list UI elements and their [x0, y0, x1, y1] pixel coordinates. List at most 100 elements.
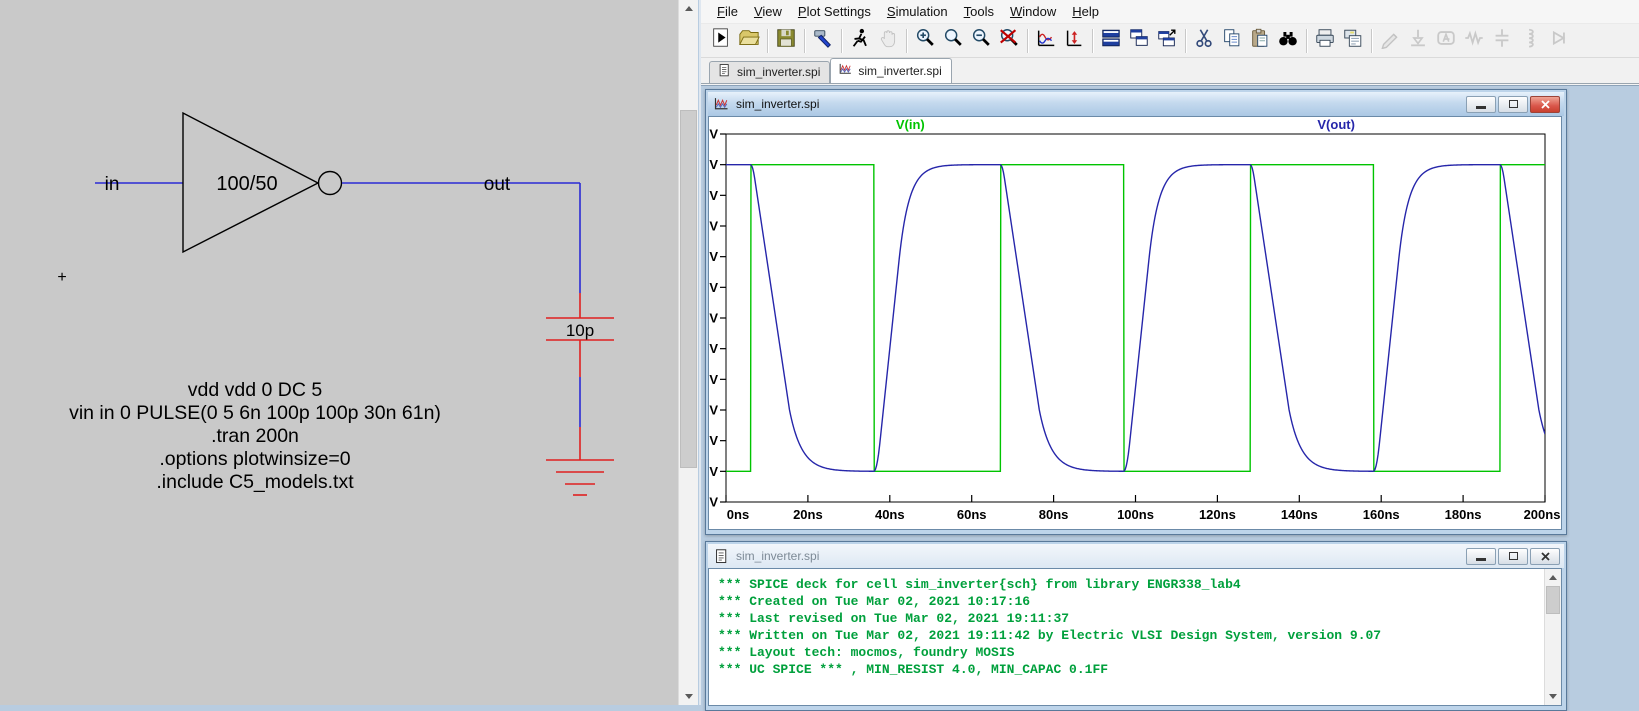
netlist-scrollbar[interactable]: [1544, 569, 1561, 705]
find-button[interactable]: [1274, 27, 1302, 55]
spice-line: .options plotwinsize=0: [159, 448, 350, 470]
x-tick-label: 80ns: [1039, 507, 1069, 522]
plot-window-titlebar[interactable]: sim_inverter.spi: [708, 92, 1564, 116]
open-icon: [738, 27, 760, 54]
x-tick-label: 160ns: [1363, 507, 1400, 522]
minimize-button[interactable]: [1466, 548, 1496, 565]
plot-settings-button[interactable]: [1060, 27, 1088, 55]
cut-button[interactable]: [1190, 27, 1218, 55]
netlist-window-title: sim_inverter.spi: [736, 549, 1466, 563]
scrollbar-thumb[interactable]: [680, 110, 697, 468]
x-tick-label: 120ns: [1199, 507, 1236, 522]
trace-label-vin[interactable]: V(in): [896, 117, 925, 132]
netlist-text-area[interactable]: *** SPICE deck for cell sim_inverter{sch…: [708, 568, 1562, 706]
y-tick-label: 2.5V: [709, 311, 718, 326]
y-tick-label: 1.0V: [709, 403, 718, 418]
plot-canvas[interactable]: 5.5V5.0V4.5V4.0V3.5V3.0V2.5V2.0V1.5V1.0V…: [709, 117, 1561, 529]
y-tick-label: 1.5V: [709, 372, 718, 387]
tab-netlist[interactable]: sim_inverter.spi: [709, 61, 830, 83]
netlist-text[interactable]: *** SPICE deck for cell sim_inverter{sch…: [709, 569, 1544, 705]
menu-item-tools[interactable]: Tools: [956, 1, 1002, 22]
menu-item-window[interactable]: Window: [1002, 1, 1064, 22]
x-tick-label: 140ns: [1281, 507, 1318, 522]
zoom-extents-button[interactable]: [995, 27, 1023, 55]
control-panel-button[interactable]: [809, 27, 837, 55]
y-tick-label: 5.5V: [709, 127, 718, 142]
mdi-area: sim_inverter.spi 5.5V5.0V4.5V4.0V3.5V3.0…: [701, 85, 1639, 705]
paste-button[interactable]: [1246, 27, 1274, 55]
triangle-down-icon: [685, 694, 693, 699]
triangle-up-icon: [685, 6, 693, 11]
copy-button[interactable]: [1218, 27, 1246, 55]
scroll-up-arrow[interactable]: [1545, 569, 1561, 586]
scroll-down-arrow[interactable]: [679, 688, 698, 705]
x-tick-label: 40ns: [875, 507, 905, 522]
close-button[interactable]: [1530, 548, 1560, 565]
scroll-up-arrow[interactable]: [679, 0, 698, 17]
x-tick-label: 180ns: [1445, 507, 1482, 522]
netlist-window-titlebar[interactable]: sim_inverter.spi: [708, 544, 1564, 568]
zoom-back-button[interactable]: [939, 27, 967, 55]
cursor-crosshair: +: [57, 269, 66, 286]
x-tick-label: 100ns: [1117, 507, 1154, 522]
autorange-button[interactable]: [1032, 27, 1060, 55]
schematic-canvas[interactable]: in 100/50 out 10p + vdd vdd 0 DC 5 vin i…: [0, 0, 678, 705]
tab-label: sim_inverter.spi: [858, 64, 941, 78]
toolbar-separator: [1092, 29, 1093, 53]
cascade-button[interactable]: [1153, 27, 1181, 55]
open-button[interactable]: [735, 27, 763, 55]
print-button[interactable]: [1311, 27, 1339, 55]
menu-item-plot-settings[interactable]: Plot Settings: [790, 1, 879, 22]
minimize-button[interactable]: [1466, 96, 1496, 113]
save-button[interactable]: [772, 27, 800, 55]
tile-vertical-button[interactable]: [1125, 27, 1153, 55]
netlist-line: *** Layout tech: mocmos, foundry MOSIS: [718, 644, 1544, 661]
zoom-extents-icon: [998, 27, 1020, 54]
tile-horizontal-button[interactable]: [1097, 27, 1125, 55]
spice-line: .tran 200n: [211, 425, 299, 447]
ground-symbol[interactable]: [546, 460, 614, 495]
trace-label-vout[interactable]: V(out): [1317, 117, 1355, 132]
plot-settings-icon: [1063, 27, 1085, 54]
capacitor-value-label: 10p: [566, 321, 594, 340]
y-tick-label: 2.0V: [709, 341, 718, 356]
scrollbar-thumb[interactable]: [1546, 586, 1560, 614]
menu-item-view[interactable]: View: [746, 1, 790, 22]
zoom-in-button[interactable]: [911, 27, 939, 55]
close-button[interactable]: [1530, 96, 1560, 113]
waveform-viewer-app: FileViewPlot SettingsSimulationToolsWind…: [699, 0, 1639, 705]
label-button: [1432, 27, 1460, 55]
maximize-icon: [1509, 100, 1518, 108]
tile-vertical-icon: [1128, 27, 1150, 54]
menu-item-help[interactable]: Help: [1064, 1, 1107, 22]
wire-button: [1376, 27, 1404, 55]
wire-icon: [1379, 27, 1401, 54]
tab-waveform-plot[interactable]: sim_inverter.spi: [830, 58, 951, 83]
y-tick-label: 0.0V: [709, 464, 718, 479]
resistor-button: [1460, 27, 1488, 55]
trace-vin[interactable]: [726, 165, 1545, 472]
halt-icon: [849, 27, 871, 54]
run-button[interactable]: [707, 27, 735, 55]
menu-item-file[interactable]: File: [709, 1, 746, 22]
menu-item-simulation[interactable]: Simulation: [879, 1, 956, 22]
pan-icon: [877, 27, 899, 54]
halt-button[interactable]: [846, 27, 874, 55]
netlist-doc-icon: [713, 548, 731, 564]
spice-line: vdd vdd 0 DC 5: [188, 379, 323, 401]
scroll-down-arrow[interactable]: [1545, 688, 1561, 705]
zoom-out-button[interactable]: [967, 27, 995, 55]
y-tick-label: 3.5V: [709, 249, 718, 264]
trace-vout[interactable]: [726, 165, 1545, 472]
tab-label: sim_inverter.spi: [737, 65, 820, 79]
toolbar-separator: [767, 29, 768, 53]
plot-area[interactable]: 5.5V5.0V4.5V4.0V3.5V3.0V2.5V2.0V1.5V1.0V…: [708, 116, 1562, 530]
maximize-button[interactable]: [1498, 548, 1528, 565]
print-icon: [1314, 27, 1336, 54]
y-tick-label: -0.5V: [709, 495, 718, 510]
print-preview-button[interactable]: [1339, 27, 1367, 55]
left-pane-scrollbar[interactable]: [678, 0, 698, 705]
run-icon: [710, 27, 732, 54]
maximize-button[interactable]: [1498, 96, 1528, 113]
netlist-window: sim_inverter.spi *** SPICE deck for cell…: [705, 541, 1567, 711]
